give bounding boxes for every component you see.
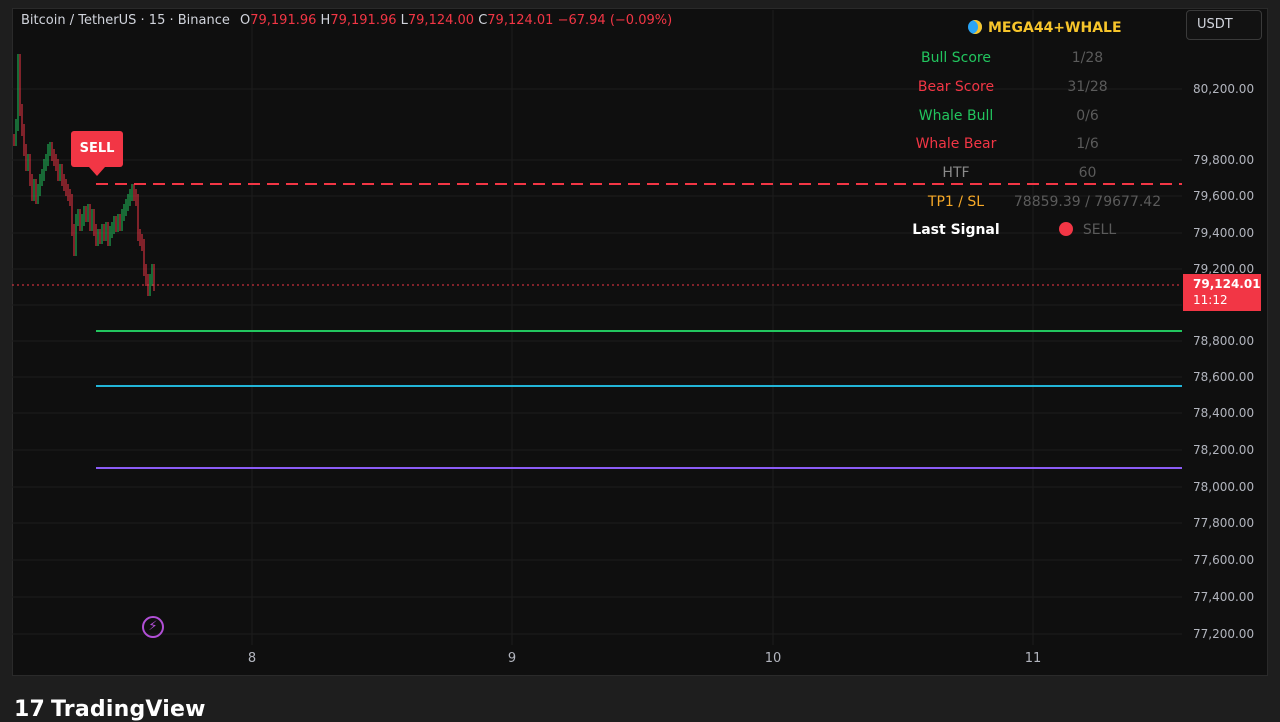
panel-row-value: 1/28: [1071, 50, 1104, 66]
symbol-header: Bitcoin / TetherUS · 15 · Binance O79,19…: [21, 13, 673, 28]
time-axis-label: 10: [764, 651, 782, 666]
panel-row-label: HTF: [942, 165, 970, 181]
symbol-name[interactable]: Bitcoin / TetherUS · 15 · Binance: [21, 13, 230, 28]
price-axis-label: 77,400.00: [1193, 590, 1255, 604]
high-value: 79,191.96: [330, 13, 397, 28]
indicator-logo-icon: [968, 20, 982, 34]
change-value: −67.94 (−0.09%): [557, 13, 673, 28]
price-axis-label: 78,400.00: [1193, 406, 1255, 420]
time-axis-label: 8: [247, 651, 257, 666]
open-value: 79,191.96: [250, 13, 317, 28]
currency-button[interactable]: USDT: [1186, 10, 1262, 40]
panel-row-label: Last Signal: [912, 222, 1000, 238]
price-axis-label: 78,800.00: [1193, 334, 1255, 348]
panel-row-label: TP1 / SL: [927, 194, 985, 210]
price-axis-label: 79,400.00: [1193, 226, 1255, 240]
price-axis-label: 77,600.00: [1193, 553, 1255, 567]
price-axis-label: 79,800.00: [1193, 153, 1255, 167]
bar-countdown: 11:12: [1193, 293, 1228, 307]
price-axis-label: 77,800.00: [1193, 516, 1255, 530]
price-axis-label: 78,000.00: [1193, 480, 1255, 494]
panel-row-value: 0/6: [1076, 108, 1099, 124]
lightning-icon[interactable]: ⚡: [142, 616, 164, 638]
panel-row-label: Bull Score: [921, 50, 991, 66]
signal-dot-icon: [1058, 222, 1073, 236]
panel-row-label: Whale Bear: [915, 136, 997, 152]
indicator-panel-title: MEGA44+WHALE: [968, 20, 1122, 36]
panel-row-label: Whale Bull: [918, 108, 994, 124]
panel-row-value: SELL: [1010, 222, 1165, 238]
last-price-tag: 79,124.01 11:12: [1183, 274, 1261, 311]
price-axis-label: 80,200.00: [1193, 82, 1255, 96]
panel-row-value: 31/28: [1067, 79, 1108, 95]
low-value: 79,124.00: [407, 13, 475, 28]
panel-row-value: 1/6: [1076, 136, 1099, 152]
close-value: 79,124.01: [487, 13, 554, 28]
price-axis-label: 78,600.00: [1193, 370, 1255, 384]
price-axis-label: 77,200.00: [1193, 627, 1255, 641]
panel-row-value: 78859.39 / 79677.42: [1013, 194, 1162, 210]
time-axis-label: 9: [507, 651, 517, 666]
sell-signal-arrow: [89, 167, 105, 176]
tradingview-logo[interactable]: 17 TradingView: [14, 697, 206, 722]
time-axis-label: 11: [1024, 651, 1042, 666]
panel-row-value: 60: [1078, 165, 1097, 181]
last-price-value: 79,124.01: [1193, 277, 1261, 291]
panel-row-label: Bear Score: [917, 79, 995, 95]
sell-signal-label: SELL: [71, 131, 123, 167]
price-axis-label: 78,200.00: [1193, 443, 1255, 457]
price-axis-label: 79,600.00: [1193, 189, 1255, 203]
